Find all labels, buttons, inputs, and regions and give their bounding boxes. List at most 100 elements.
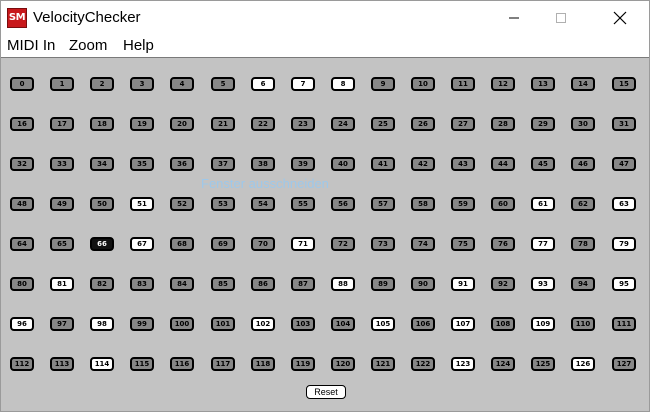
velocity-key-39[interactable]: 39 bbox=[291, 157, 315, 171]
menu-help[interactable]: Help bbox=[123, 37, 154, 54]
velocity-key-86[interactable]: 86 bbox=[251, 277, 275, 291]
velocity-key-98[interactable]: 98 bbox=[90, 317, 114, 331]
velocity-key-35[interactable]: 35 bbox=[130, 157, 154, 171]
velocity-key-19[interactable]: 19 bbox=[130, 117, 154, 131]
velocity-key-70[interactable]: 70 bbox=[251, 237, 275, 251]
velocity-key-36[interactable]: 36 bbox=[170, 157, 194, 171]
velocity-key-48[interactable]: 48 bbox=[10, 197, 34, 211]
velocity-key-73[interactable]: 73 bbox=[371, 237, 395, 251]
velocity-key-74[interactable]: 74 bbox=[411, 237, 435, 251]
maximize-button[interactable] bbox=[538, 1, 584, 35]
velocity-key-8[interactable]: 8 bbox=[331, 77, 355, 91]
velocity-key-126[interactable]: 126 bbox=[571, 357, 595, 371]
velocity-key-77[interactable]: 77 bbox=[531, 237, 555, 251]
velocity-key-57[interactable]: 57 bbox=[371, 197, 395, 211]
velocity-key-25[interactable]: 25 bbox=[371, 117, 395, 131]
velocity-key-55[interactable]: 55 bbox=[291, 197, 315, 211]
velocity-key-31[interactable]: 31 bbox=[612, 117, 636, 131]
velocity-key-89[interactable]: 89 bbox=[371, 277, 395, 291]
velocity-key-95[interactable]: 95 bbox=[612, 277, 636, 291]
velocity-key-60[interactable]: 60 bbox=[491, 197, 515, 211]
velocity-key-123[interactable]: 123 bbox=[451, 357, 475, 371]
velocity-key-68[interactable]: 68 bbox=[170, 237, 194, 251]
velocity-key-94[interactable]: 94 bbox=[571, 277, 595, 291]
title-bar[interactable]: SM VelocityChecker bbox=[1, 1, 649, 35]
velocity-key-111[interactable]: 111 bbox=[612, 317, 636, 331]
velocity-key-28[interactable]: 28 bbox=[491, 117, 515, 131]
velocity-key-33[interactable]: 33 bbox=[50, 157, 74, 171]
velocity-key-44[interactable]: 44 bbox=[491, 157, 515, 171]
velocity-key-58[interactable]: 58 bbox=[411, 197, 435, 211]
velocity-key-9[interactable]: 9 bbox=[371, 77, 395, 91]
velocity-key-75[interactable]: 75 bbox=[451, 237, 475, 251]
velocity-key-103[interactable]: 103 bbox=[291, 317, 315, 331]
velocity-key-121[interactable]: 121 bbox=[371, 357, 395, 371]
velocity-key-62[interactable]: 62 bbox=[571, 197, 595, 211]
velocity-key-109[interactable]: 109 bbox=[531, 317, 555, 331]
velocity-key-17[interactable]: 17 bbox=[50, 117, 74, 131]
velocity-key-78[interactable]: 78 bbox=[571, 237, 595, 251]
velocity-key-66[interactable]: 66 bbox=[90, 237, 114, 251]
velocity-key-53[interactable]: 53 bbox=[211, 197, 235, 211]
velocity-key-108[interactable]: 108 bbox=[491, 317, 515, 331]
velocity-key-22[interactable]: 22 bbox=[251, 117, 275, 131]
velocity-key-81[interactable]: 81 bbox=[50, 277, 74, 291]
velocity-key-116[interactable]: 116 bbox=[170, 357, 194, 371]
velocity-key-92[interactable]: 92 bbox=[491, 277, 515, 291]
velocity-key-113[interactable]: 113 bbox=[50, 357, 74, 371]
velocity-key-0[interactable]: 0 bbox=[10, 77, 34, 91]
velocity-key-1[interactable]: 1 bbox=[50, 77, 74, 91]
velocity-key-122[interactable]: 122 bbox=[411, 357, 435, 371]
velocity-key-115[interactable]: 115 bbox=[130, 357, 154, 371]
menu-midi-in[interactable]: MIDI In bbox=[7, 37, 55, 54]
velocity-key-102[interactable]: 102 bbox=[251, 317, 275, 331]
velocity-key-79[interactable]: 79 bbox=[612, 237, 636, 251]
velocity-key-45[interactable]: 45 bbox=[531, 157, 555, 171]
velocity-key-76[interactable]: 76 bbox=[491, 237, 515, 251]
velocity-key-63[interactable]: 63 bbox=[612, 197, 636, 211]
velocity-key-40[interactable]: 40 bbox=[331, 157, 355, 171]
velocity-key-32[interactable]: 32 bbox=[10, 157, 34, 171]
velocity-key-114[interactable]: 114 bbox=[90, 357, 114, 371]
velocity-key-15[interactable]: 15 bbox=[612, 77, 636, 91]
velocity-key-88[interactable]: 88 bbox=[331, 277, 355, 291]
velocity-key-42[interactable]: 42 bbox=[411, 157, 435, 171]
velocity-key-119[interactable]: 119 bbox=[291, 357, 315, 371]
velocity-key-11[interactable]: 11 bbox=[451, 77, 475, 91]
velocity-key-4[interactable]: 4 bbox=[170, 77, 194, 91]
velocity-key-125[interactable]: 125 bbox=[531, 357, 555, 371]
velocity-key-46[interactable]: 46 bbox=[571, 157, 595, 171]
velocity-key-27[interactable]: 27 bbox=[451, 117, 475, 131]
velocity-key-61[interactable]: 61 bbox=[531, 197, 555, 211]
velocity-key-72[interactable]: 72 bbox=[331, 237, 355, 251]
velocity-key-38[interactable]: 38 bbox=[251, 157, 275, 171]
velocity-key-105[interactable]: 105 bbox=[371, 317, 395, 331]
velocity-key-104[interactable]: 104 bbox=[331, 317, 355, 331]
velocity-key-124[interactable]: 124 bbox=[491, 357, 515, 371]
velocity-key-85[interactable]: 85 bbox=[211, 277, 235, 291]
velocity-key-117[interactable]: 117 bbox=[211, 357, 235, 371]
velocity-key-59[interactable]: 59 bbox=[451, 197, 475, 211]
velocity-key-41[interactable]: 41 bbox=[371, 157, 395, 171]
velocity-key-26[interactable]: 26 bbox=[411, 117, 435, 131]
velocity-key-50[interactable]: 50 bbox=[90, 197, 114, 211]
velocity-key-84[interactable]: 84 bbox=[170, 277, 194, 291]
velocity-key-24[interactable]: 24 bbox=[331, 117, 355, 131]
velocity-key-71[interactable]: 71 bbox=[291, 237, 315, 251]
velocity-key-56[interactable]: 56 bbox=[331, 197, 355, 211]
velocity-key-80[interactable]: 80 bbox=[10, 277, 34, 291]
velocity-key-21[interactable]: 21 bbox=[211, 117, 235, 131]
velocity-key-54[interactable]: 54 bbox=[251, 197, 275, 211]
velocity-key-30[interactable]: 30 bbox=[571, 117, 595, 131]
velocity-key-64[interactable]: 64 bbox=[10, 237, 34, 251]
velocity-key-101[interactable]: 101 bbox=[211, 317, 235, 331]
velocity-key-90[interactable]: 90 bbox=[411, 277, 435, 291]
velocity-key-6[interactable]: 6 bbox=[251, 77, 275, 91]
velocity-key-34[interactable]: 34 bbox=[90, 157, 114, 171]
reset-button[interactable]: Reset bbox=[306, 385, 346, 399]
velocity-key-52[interactable]: 52 bbox=[170, 197, 194, 211]
velocity-key-5[interactable]: 5 bbox=[211, 77, 235, 91]
velocity-key-96[interactable]: 96 bbox=[10, 317, 34, 331]
velocity-key-20[interactable]: 20 bbox=[170, 117, 194, 131]
velocity-key-16[interactable]: 16 bbox=[10, 117, 34, 131]
